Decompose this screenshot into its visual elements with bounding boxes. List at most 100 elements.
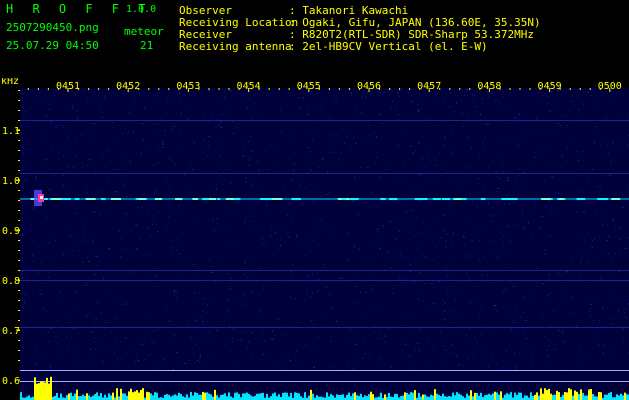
noise-dot — [538, 101, 540, 103]
noise-dot — [348, 232, 350, 234]
noise-dot — [442, 146, 444, 148]
noise-dot — [218, 143, 220, 145]
time-minor-tick — [469, 88, 471, 90]
noise-dot — [292, 264, 294, 266]
noise-dot — [199, 361, 201, 363]
signal-bar — [466, 393, 468, 400]
noise-dot — [95, 255, 97, 257]
noise-dot — [30, 224, 32, 226]
noise-dot — [306, 124, 308, 125]
noise-dot — [192, 264, 194, 266]
noise-dot — [515, 177, 517, 179]
noise-dot — [437, 102, 439, 104]
noise-dot — [347, 136, 348, 138]
noise-dot — [579, 346, 581, 348]
noise-dot — [547, 295, 548, 297]
noise-dot — [100, 260, 101, 262]
noise-dot — [542, 317, 544, 319]
noise-dot — [296, 350, 297, 352]
carrier-segment — [558, 198, 564, 200]
noise-dot — [578, 109, 580, 111]
noise-dot — [248, 164, 250, 166]
signal-bar — [504, 394, 506, 400]
noise-dot — [291, 180, 293, 182]
noise-dot — [305, 161, 307, 163]
noise-dot — [358, 213, 360, 215]
noise-dot — [229, 288, 231, 290]
noise-dot — [223, 260, 225, 262]
noise-dot — [199, 348, 201, 350]
noise-dot — [450, 292, 452, 294]
noise-dot — [513, 321, 515, 323]
noise-dot — [242, 156, 244, 158]
noise-dot — [517, 113, 519, 115]
signal-bar — [92, 395, 94, 400]
noise-dot — [507, 178, 509, 180]
signal-bar — [358, 395, 360, 400]
signal-bar — [196, 393, 198, 400]
noise-dot — [90, 348, 91, 350]
noise-dot — [576, 325, 578, 327]
noise-dot — [544, 180, 545, 182]
noise-dot — [323, 319, 325, 321]
noise-dot — [351, 342, 353, 344]
noise-dot — [408, 91, 410, 93]
noise-dot — [35, 178, 37, 180]
signal-bar — [472, 396, 474, 400]
signal-bar — [224, 393, 226, 400]
noise-dot — [52, 145, 54, 147]
noise-dot — [63, 184, 65, 186]
noise-dot — [176, 352, 178, 353]
signal-bar — [368, 394, 370, 400]
noise-dot — [287, 356, 289, 358]
time-minor-tick — [98, 88, 100, 90]
noise-dot — [153, 330, 154, 332]
signal-bar — [120, 388, 122, 400]
noise-dot — [87, 362, 89, 364]
noise-dot — [74, 236, 75, 237]
signal-bar — [604, 394, 606, 400]
noise-dot — [450, 106, 451, 108]
noise-dot — [352, 200, 354, 202]
noise-dot — [433, 259, 435, 261]
noise-dot — [65, 165, 67, 167]
noise-dot — [519, 354, 521, 356]
noise-dot — [26, 222, 28, 223]
noise-dot — [592, 169, 594, 170]
noise-dot — [627, 237, 629, 239]
noise-dot — [568, 137, 570, 139]
noise-dot — [464, 236, 465, 238]
freq-minor-tick — [18, 360, 20, 361]
noise-dot — [91, 237, 92, 239]
noise-dot — [405, 316, 407, 318]
noise-dot — [125, 128, 127, 130]
noise-dot — [355, 143, 357, 144]
signal-bar — [28, 395, 30, 400]
noise-dot — [619, 227, 621, 229]
signal-bar — [410, 392, 412, 400]
signal-bar — [404, 392, 406, 400]
noise-dot — [23, 168, 25, 170]
noise-dot — [251, 332, 253, 334]
noise-dot — [144, 359, 146, 360]
noise-dot — [347, 260, 349, 262]
signal-bar — [128, 391, 130, 400]
noise-dot — [544, 254, 546, 255]
noise-dot — [485, 123, 487, 125]
noise-dot — [25, 178, 27, 180]
freq-minor-tick — [18, 300, 20, 301]
noise-dot — [539, 227, 541, 229]
noise-dot — [21, 271, 23, 272]
noise-dot — [260, 314, 262, 315]
noise-dot — [498, 155, 500, 157]
noise-dot — [232, 340, 234, 342]
noise-dot — [443, 230, 445, 231]
noise-dot — [258, 170, 260, 171]
spectrogram-plot: kHz 0451 0452 0453 0454 0455 0456 0457 0458 0459… — [0, 78, 629, 400]
freq-minor-tick — [18, 100, 20, 101]
noise-dot — [137, 248, 139, 250]
noise-dot — [151, 340, 153, 342]
signal-bar — [142, 388, 144, 400]
noise-dot — [414, 350, 416, 352]
signal-bar — [152, 395, 154, 400]
